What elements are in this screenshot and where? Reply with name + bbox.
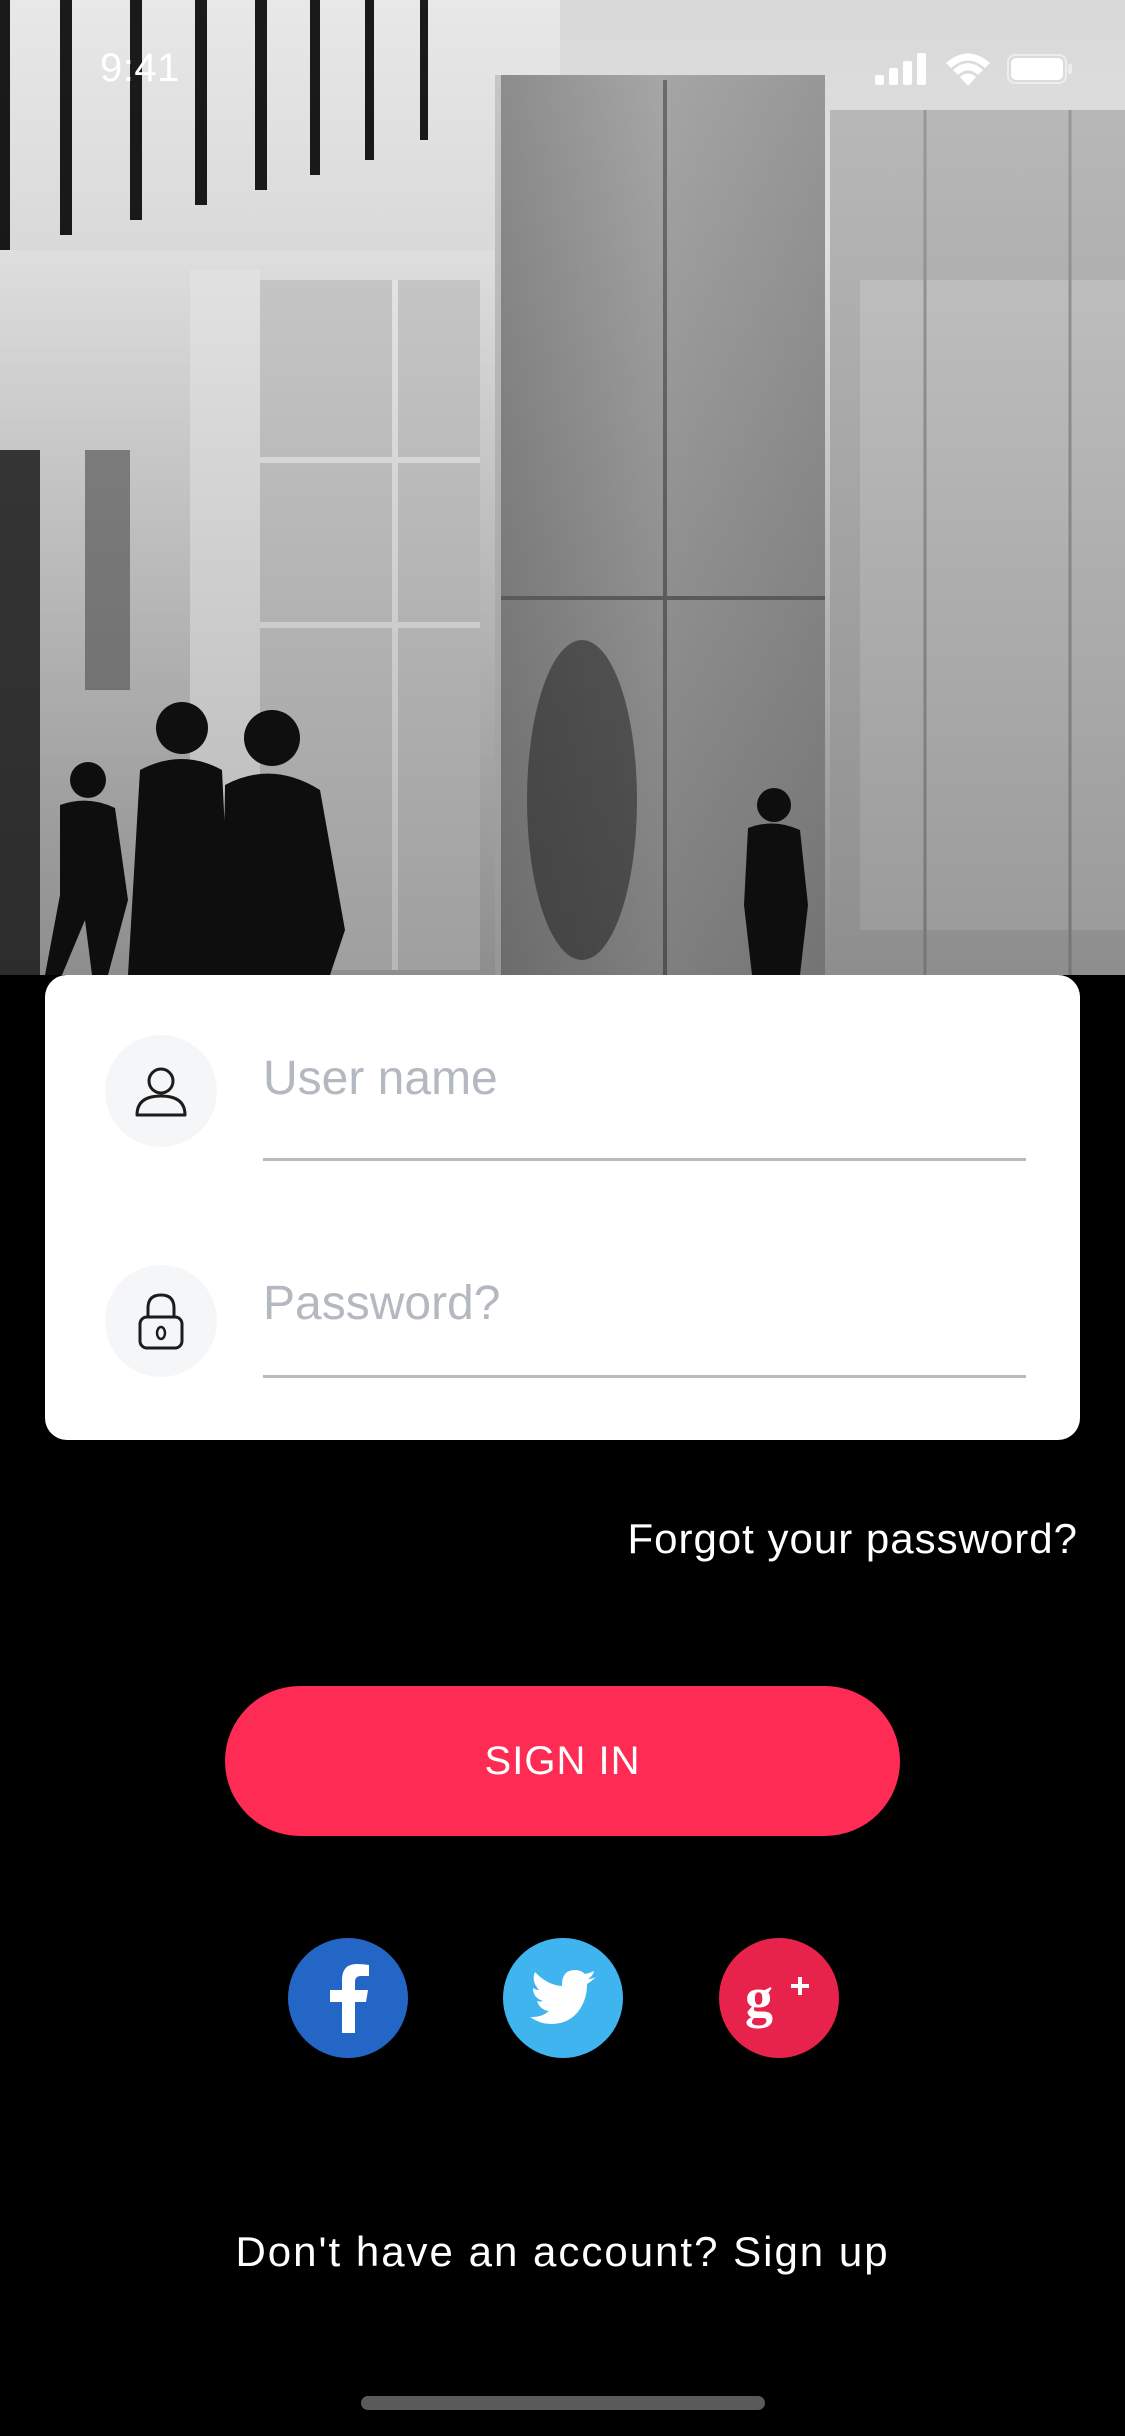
wifi-icon (946, 53, 990, 86)
home-indicator (361, 2396, 765, 2410)
user-icon (105, 1035, 217, 1147)
sign-up-link[interactable]: Don't have an account? Sign up (0, 2228, 1125, 2276)
login-screen: 9:41 User name Forgot your password? SIG… (0, 0, 1125, 2436)
hero-photo (0, 0, 1125, 975)
lock-icon (105, 1265, 217, 1377)
status-bar: 9:41 (0, 0, 1125, 140)
login-card (45, 975, 1080, 1440)
google-plus-button[interactable]: g (719, 1938, 839, 2058)
sign-in-button[interactable]: SIGN IN (225, 1686, 900, 1836)
office-lobby-illustration (0, 0, 1125, 975)
battery-icon (1007, 54, 1072, 84)
password-underline (263, 1375, 1026, 1378)
forgot-password-link[interactable]: Forgot your password? (627, 1515, 1078, 1563)
twitter-icon (530, 1970, 596, 2024)
google-plus-icon: g (745, 1967, 809, 2029)
password-input[interactable] (263, 1268, 1026, 1338)
svg-text:g: g (745, 1967, 773, 2029)
status-icons (875, 52, 1073, 86)
facebook-button[interactable] (288, 1938, 408, 2058)
username-underline (263, 1158, 1026, 1161)
facebook-icon (330, 1964, 369, 2033)
cellular-signal-icon (875, 53, 926, 85)
twitter-button[interactable] (503, 1938, 623, 2058)
status-time: 9:41 (100, 46, 180, 90)
username-input[interactable] (263, 1043, 1026, 1113)
